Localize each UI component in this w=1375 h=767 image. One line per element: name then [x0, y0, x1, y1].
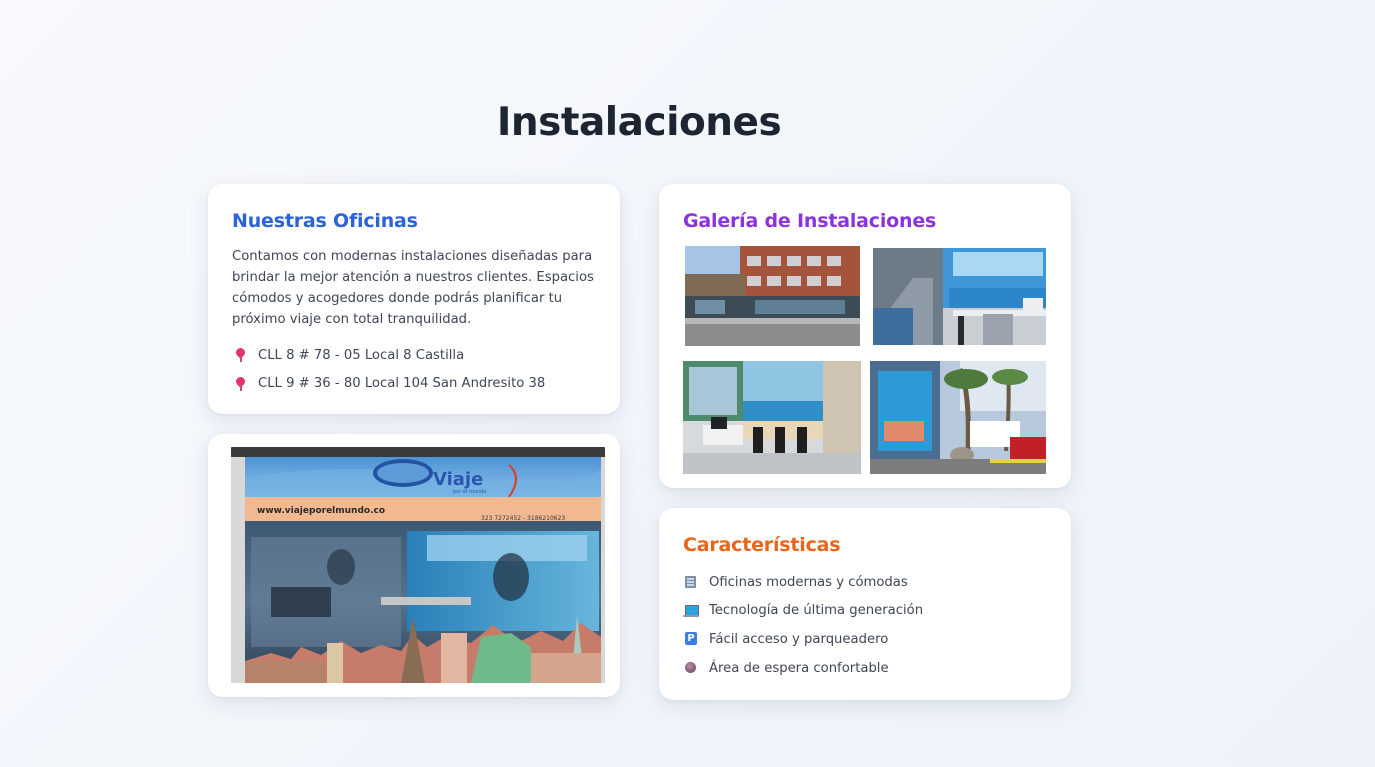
caracteristicas-heading: Características	[683, 534, 841, 556]
feature-item: Área de espera confortable	[683, 654, 1047, 683]
features-list: Oficinas modernas y cómodas Tecnología d…	[683, 568, 1047, 682]
laptop-icon	[683, 604, 709, 618]
feature-item: Fácil acceso y parqueadero	[683, 625, 1047, 654]
sign-url-text: www.viajeporelmundo.co	[257, 506, 385, 516]
feature-item: Tecnología de última generación	[683, 597, 1047, 626]
caracteristicas-card: Características Oficinas modernas y cómo…	[659, 508, 1071, 700]
feature-text: Fácil acceso y parqueadero	[709, 631, 889, 647]
sign-phones-text: 323 7272452 - 3186210623	[481, 515, 565, 522]
gallery-photo-office-interior[interactable]	[873, 248, 1046, 345]
feature-text: Oficinas modernas y cómodas	[709, 574, 908, 590]
oficinas-heading: Nuestras Oficinas	[232, 210, 418, 232]
gallery-photo-street-front[interactable]	[870, 361, 1046, 474]
address-list: CLL 8 # 78 - 05 Local 8 Castilla CLL 9 #…	[232, 341, 596, 398]
galeria-card: Galería de Instalaciones	[659, 184, 1071, 488]
storefront-card: Viaje por el mundo www.viajeporelmundo.c…	[208, 434, 620, 697]
parking-icon	[683, 632, 709, 646]
oficinas-card: Nuestras Oficinas Contamos con modernas …	[208, 184, 620, 414]
page-title: Instalaciones	[496, 100, 782, 145]
address-item: CLL 8 # 78 - 05 Local 8 Castilla	[232, 341, 596, 370]
gallery-photo-building-exterior[interactable]	[685, 246, 860, 346]
building-icon	[683, 575, 709, 589]
address-text: CLL 9 # 36 - 80 Local 104 San Andresito …	[258, 376, 546, 392]
building-exterior-photo	[685, 246, 860, 346]
office-interior-photo	[873, 248, 1046, 345]
address-text: CLL 8 # 78 - 05 Local 8 Castilla	[258, 347, 465, 363]
street-front-photo	[870, 361, 1046, 474]
feature-text: Área de espera confortable	[709, 660, 889, 676]
gallery-photo-waiting-area[interactable]	[683, 361, 861, 474]
map-pin-icon	[232, 347, 258, 363]
seat-icon	[683, 661, 709, 675]
oficinas-description: Contamos con modernas instalaciones dise…	[232, 249, 594, 327]
feature-item: Oficinas modernas y cómodas	[683, 568, 1047, 597]
sign-subtitle-text: por el mundo	[453, 489, 486, 495]
sign-brand-text: Viaje	[433, 469, 483, 490]
galeria-heading: Galería de Instalaciones	[683, 210, 937, 232]
map-pin-icon	[232, 376, 258, 392]
waiting-area-photo	[683, 361, 861, 474]
storefront-photo: Viaje por el mundo www.viajeporelmundo.c…	[231, 447, 605, 683]
feature-text: Tecnología de última generación	[709, 603, 924, 619]
gallery-grid	[683, 246, 1047, 476]
address-item: CLL 9 # 36 - 80 Local 104 San Andresito …	[232, 370, 596, 399]
